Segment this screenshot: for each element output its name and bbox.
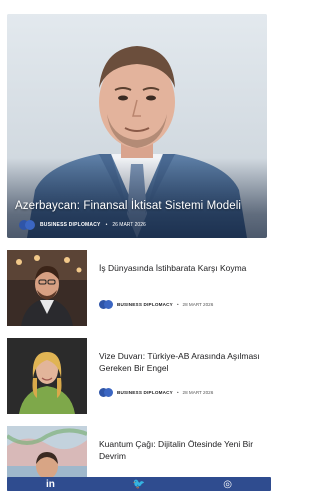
app-screen: Azerbaycan: Finansal İktisat Sistemi Mod…: [0, 0, 274, 491]
article-thumbnail[interactable]: [7, 250, 87, 326]
article-meta: BUSINESS DIPLOMACY • 28 MART 2026: [99, 388, 213, 397]
meta-separator: •: [176, 390, 179, 395]
category-toggle-icon: [99, 388, 113, 397]
category-label[interactable]: BUSINESS DIPLOMACY: [40, 222, 101, 228]
category-label[interactable]: BUSINESS DIPLOMACY: [117, 390, 173, 395]
article-list-item[interactable]: Vize Duvarı: Türkiye-AB Arasında Aşılmas…: [7, 338, 271, 416]
social-bottom-bar: in 🐦 ◎: [7, 477, 271, 491]
publish-date: 28 MART 2026: [182, 390, 214, 395]
featured-article-card[interactable]: Azerbaycan: Finansal İktisat Sistemi Mod…: [7, 14, 267, 238]
publish-date: 26 MART 2026: [112, 222, 146, 228]
article-headline[interactable]: Kuantum Çağı: Dijitalin Ötesinde Yeni Bi…: [99, 438, 269, 462]
article-list-item[interactable]: İş Dünyasında İstihbarata Karşı Koyma BU…: [7, 250, 271, 328]
category-label[interactable]: BUSINESS DIPLOMACY: [117, 302, 173, 307]
article-headline[interactable]: Vize Duvarı: Türkiye-AB Arasında Aşılmas…: [99, 350, 269, 374]
article-meta: BUSINESS DIPLOMACY • 28 MART 2026: [99, 300, 213, 309]
category-toggle-icon: [99, 300, 113, 309]
meta-separator: •: [176, 302, 179, 307]
publish-date: 28 MART 2026: [182, 302, 214, 307]
twitter-icon[interactable]: 🐦: [133, 480, 145, 490]
article-thumbnail[interactable]: [7, 338, 87, 414]
meta-separator: •: [105, 222, 108, 228]
instagram-icon[interactable]: ◎: [223, 480, 232, 490]
article-headline[interactable]: İş Dünyasında İstihbarata Karşı Koyma: [99, 262, 269, 274]
category-toggle-icon: [19, 220, 35, 230]
featured-article-meta: BUSINESS DIPLOMACY • 26 MART 2026: [19, 220, 146, 230]
featured-article-title[interactable]: Azerbaycan: Finansal İktisat Sistemi Mod…: [15, 200, 241, 212]
linkedin-icon[interactable]: in: [46, 480, 55, 490]
